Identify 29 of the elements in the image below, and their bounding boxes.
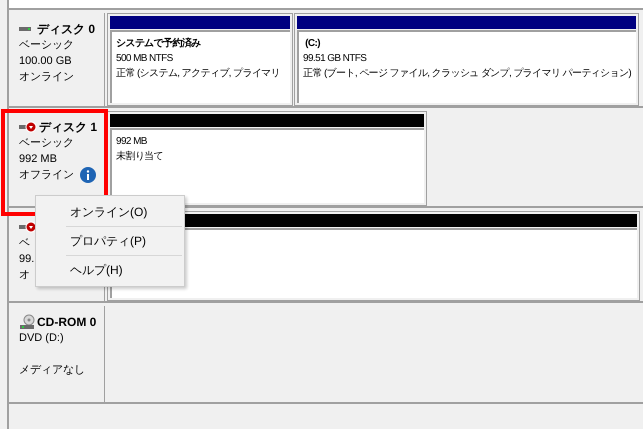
disk-info-text: ベーシック xyxy=(19,136,74,151)
disk-info-text: 992 MB xyxy=(19,152,57,167)
disk-info-text: オンライン xyxy=(19,70,74,85)
info-icon xyxy=(80,167,96,183)
partition-text: (C:) xyxy=(304,37,321,51)
partition-block[interactable]: (C:) 99.51 GB NTFS 正常 (ブート, ページ ファイル, クラッシュ ダンプ, プライマリ パーティション) xyxy=(294,13,639,106)
disk-info-text: ベーシック xyxy=(19,38,74,53)
disk-info-text: 100.00 GB xyxy=(19,54,72,69)
disk-info-text: ベ xyxy=(19,236,30,251)
partition-text: 992 MB xyxy=(116,135,148,149)
disk-name: ディスク 0 xyxy=(37,21,96,37)
disk-name: ディスク 1 xyxy=(39,119,98,135)
disk-info-text: メディアなし xyxy=(19,364,85,376)
disk-info-text: 99. xyxy=(19,252,34,267)
partition-block[interactable]: システムで予約済み 500 MB NTFS 正常 (システム, アクティブ, プライマリ xyxy=(107,13,293,106)
partition-text: 正常 (ブート, ページ ファイル, クラッシュ ダンプ, プライマリ パーティション) xyxy=(303,66,632,81)
disk-info-text: オ xyxy=(19,268,30,283)
menu-item[interactable]: プロパティ(P) xyxy=(66,227,182,255)
disk-name: CD-ROM 0 xyxy=(37,314,96,330)
partition-text: 未割り当て xyxy=(116,150,164,164)
partition-text: 正常 (システム, アクティブ, プライマリ xyxy=(116,66,282,81)
partition-text: 500 MB NTFS xyxy=(116,52,174,66)
partition-block[interactable]: 992 MB 未割り当て xyxy=(107,111,427,206)
disk-info-text: オフライン xyxy=(19,168,74,183)
partition-text: 99.51 GB NTFS xyxy=(303,52,368,66)
menu-item[interactable]: ヘルプ(H) xyxy=(66,256,182,284)
cd-drive-icon xyxy=(19,314,35,330)
disk-info-text: DVD (D:) xyxy=(19,331,64,346)
partition-text: システムで予約済み xyxy=(116,36,202,51)
